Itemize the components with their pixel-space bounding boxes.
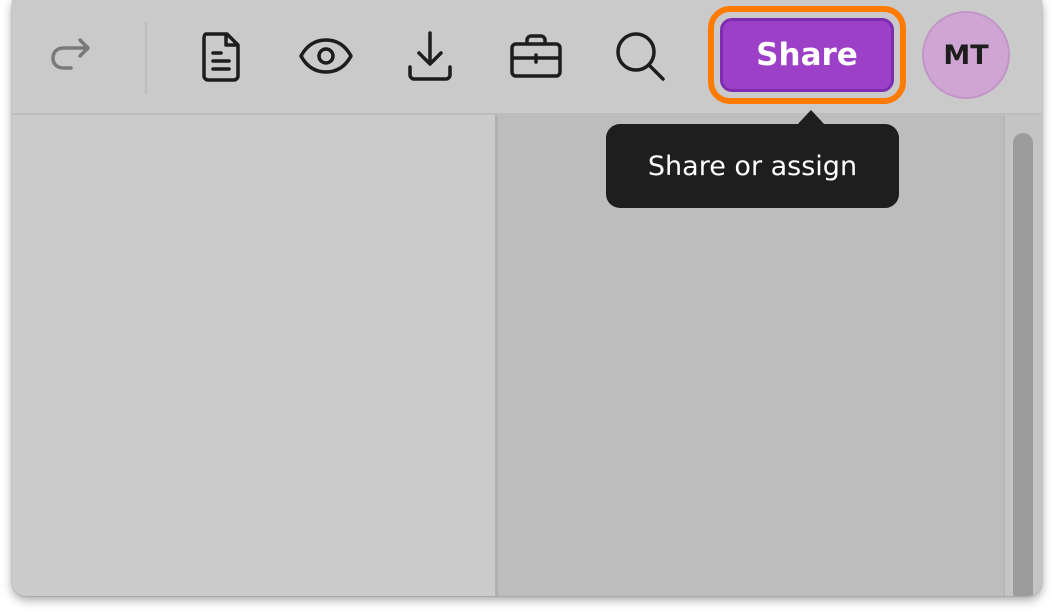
app-window: Share MT Share or assign [12,0,1042,596]
share-tooltip: Share or assign [606,124,899,208]
share-button[interactable]: Share [720,18,894,92]
avatar[interactable]: MT [922,11,1010,99]
download-icon[interactable] [398,24,462,88]
briefcase-icon[interactable] [504,24,568,88]
eye-icon[interactable] [294,24,358,88]
redo-icon[interactable] [38,24,102,88]
scrollbar-thumb[interactable] [1013,133,1033,596]
top-toolbar: Share MT [12,0,1042,115]
document-icon[interactable] [189,24,253,88]
search-icon[interactable] [608,24,672,88]
left-panel [12,115,495,596]
tooltip-arrow [797,110,825,125]
toolbar-divider [145,22,147,94]
